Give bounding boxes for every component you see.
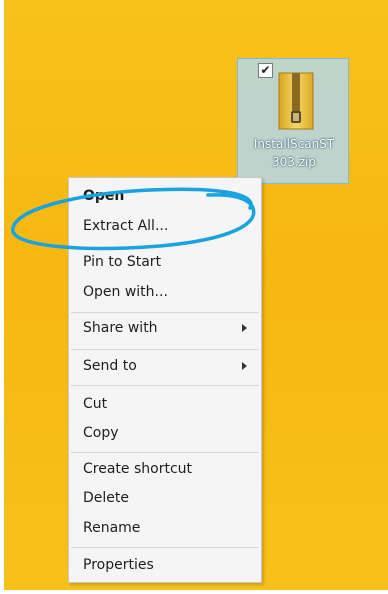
- menu-item-open-with[interactable]: Open with...: [69, 278, 261, 306]
- chevron-right-icon: [242, 362, 247, 370]
- zip-folder-icon: [278, 72, 314, 130]
- menu-item-send-to[interactable]: Send to: [69, 352, 261, 380]
- menu-item-send-to-label: Send to: [83, 358, 137, 374]
- zip-file-icon[interactable]: ✔ InstallScanST 303.zip: [237, 58, 349, 184]
- file-name-line-2: 303.zip: [272, 155, 316, 169]
- menu-item-cut[interactable]: Cut: [69, 390, 261, 418]
- context-menu: Open Extract All... Pin to Start Open wi…: [68, 177, 262, 583]
- menu-item-share-with-label: Share with: [83, 320, 158, 336]
- menu-separator: [71, 349, 259, 350]
- menu-separator: [71, 385, 259, 386]
- menu-separator: [71, 452, 259, 453]
- menu-separator: [71, 312, 259, 313]
- menu-item-create-shortcut[interactable]: Create shortcut: [69, 455, 261, 483]
- menu-separator: [71, 547, 259, 548]
- menu-item-extract-all[interactable]: Extract All...: [69, 212, 261, 240]
- menu-item-rename[interactable]: Rename: [69, 514, 261, 542]
- file-name: InstallScanST 303.zip: [242, 135, 346, 171]
- selection-checkbox[interactable]: ✔: [258, 63, 273, 78]
- menu-item-pin-to-start[interactable]: Pin to Start: [69, 248, 261, 276]
- menu-item-share-with[interactable]: Share with: [69, 314, 261, 342]
- file-name-line-1: InstallScanST: [253, 137, 335, 151]
- menu-item-properties[interactable]: Properties: [69, 551, 261, 579]
- menu-item-open[interactable]: Open: [69, 182, 261, 210]
- menu-item-copy[interactable]: Copy: [69, 419, 261, 447]
- menu-item-delete[interactable]: Delete: [69, 484, 261, 512]
- chevron-right-icon: [242, 324, 247, 332]
